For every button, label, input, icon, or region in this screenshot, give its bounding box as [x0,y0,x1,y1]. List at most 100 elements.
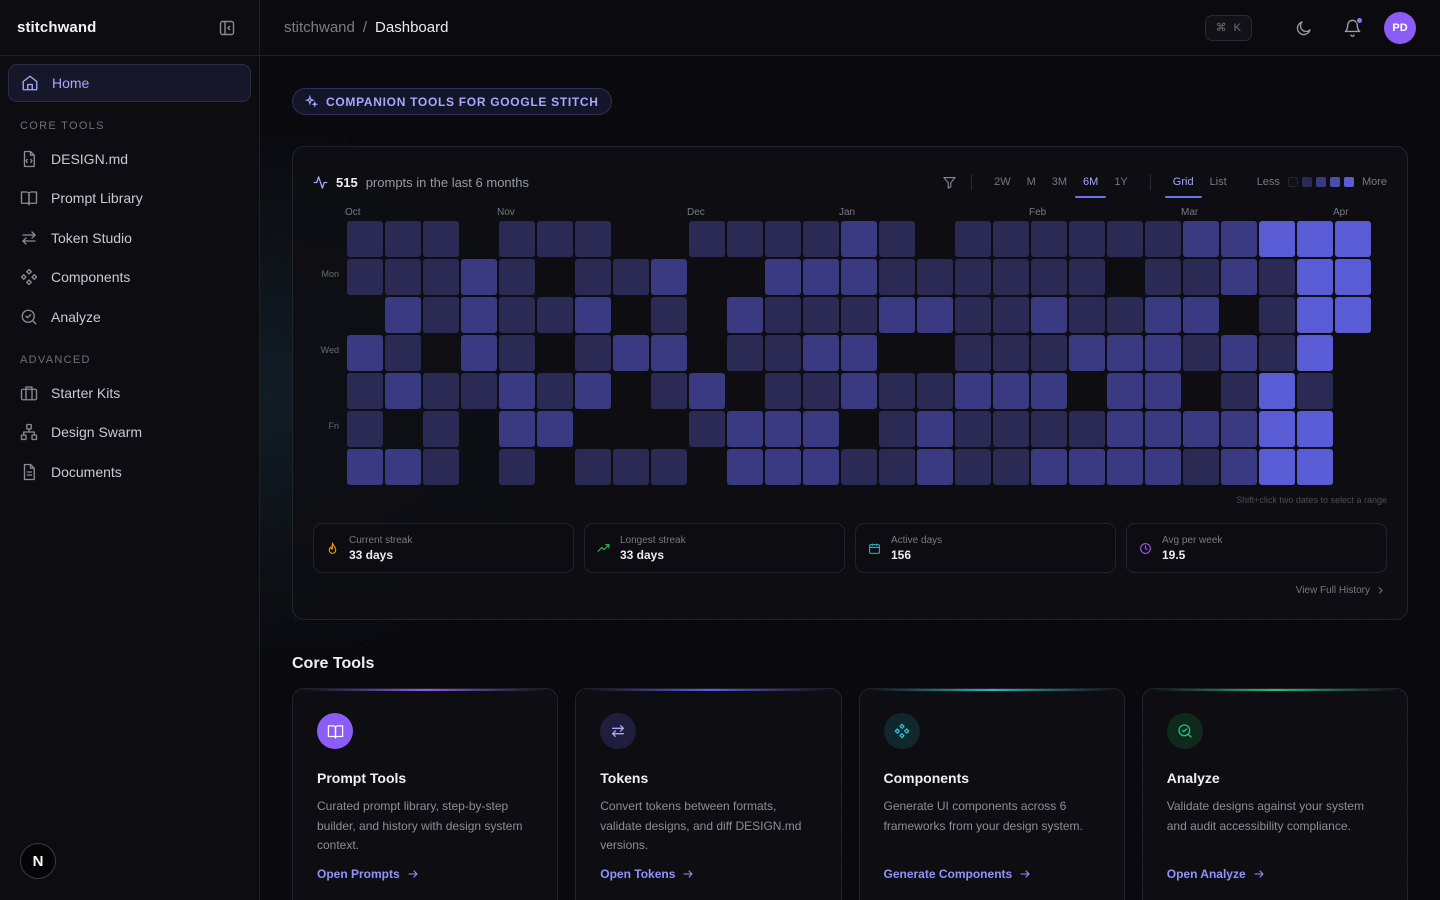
heatmap-cell[interactable] [1297,259,1333,295]
heatmap-cell[interactable] [423,449,459,485]
range-6m[interactable]: 6M [1075,171,1107,198]
heatmap-cell[interactable] [879,411,915,447]
heatmap-cell[interactable] [575,411,611,447]
heatmap-cell[interactable] [1259,411,1295,447]
bell-icon[interactable] [1336,12,1368,44]
heatmap-cell[interactable] [841,259,877,295]
heatmap-grid[interactable] [347,221,1377,491]
heatmap-cell[interactable] [385,449,421,485]
heatmap-cell[interactable] [613,297,649,333]
heatmap-cell[interactable] [613,221,649,257]
heatmap-cell[interactable] [1183,297,1219,333]
heatmap-cell[interactable] [803,335,839,371]
open-analyze-link[interactable]: Open Analyze [1167,867,1265,881]
heatmap-cell[interactable] [765,335,801,371]
heatmap-cell[interactable] [803,411,839,447]
heatmap-cell[interactable] [917,335,953,371]
heatmap-cell[interactable] [651,449,687,485]
heatmap-cell[interactable] [1221,449,1257,485]
heatmap-cell[interactable] [841,373,877,409]
heatmap-cell[interactable] [499,335,535,371]
heatmap-cell[interactable] [461,335,497,371]
heatmap-cell[interactable] [803,221,839,257]
avatar[interactable]: PD [1384,11,1416,44]
heatmap-cell[interactable] [651,373,687,409]
sidebar-item-design-md[interactable]: DESIGN.md [8,140,251,178]
heatmap-cell[interactable] [1259,259,1295,295]
heatmap-cell[interactable] [1069,335,1105,371]
sidebar-item-components[interactable]: Components [8,258,251,296]
heatmap-cell[interactable] [347,221,383,257]
heatmap-cell[interactable] [537,373,573,409]
heatmap-cell[interactable] [1107,221,1143,257]
heatmap-cell[interactable] [765,297,801,333]
breadcrumb-root[interactable]: stitchwand [284,19,355,36]
heatmap-cell[interactable] [1031,449,1067,485]
heatmap-cell[interactable] [917,221,953,257]
heatmap-cell[interactable] [1335,259,1371,295]
heatmap-cell[interactable] [1259,221,1295,257]
heatmap-cell[interactable] [575,449,611,485]
heatmap-cell[interactable] [461,297,497,333]
heatmap-cell[interactable] [423,259,459,295]
heatmap-cell[interactable] [765,259,801,295]
sidebar-item-token-studio[interactable]: Token Studio [8,219,251,257]
heatmap-cell[interactable] [955,221,991,257]
heatmap-cell[interactable] [917,449,953,485]
heatmap-cell[interactable] [803,259,839,295]
tool-card-components[interactable]: Components Generate UI components across… [858,688,1125,900]
heatmap-cell[interactable] [955,449,991,485]
heatmap-cell[interactable] [1107,259,1143,295]
heatmap-cell[interactable] [803,297,839,333]
view-grid[interactable]: Grid [1164,171,1202,198]
heatmap-cell[interactable] [917,373,953,409]
heatmap-cell[interactable] [1069,221,1105,257]
heatmap-cell[interactable] [841,335,877,371]
heatmap-cell[interactable] [1221,221,1257,257]
view-full-history-link[interactable]: View Full History [1296,585,1385,596]
heatmap-cell[interactable] [955,411,991,447]
heatmap-cell[interactable] [385,411,421,447]
brand-logo[interactable]: stitchwand [17,19,96,36]
open-tokens-link[interactable]: Open Tokens [600,867,694,881]
heatmap-cell[interactable] [689,411,725,447]
heatmap-cell[interactable] [499,411,535,447]
range-1y[interactable]: 1Y [1106,171,1135,193]
moon-icon[interactable] [1288,12,1320,44]
heatmap-cell[interactable] [879,335,915,371]
heatmap-cell[interactable] [1335,221,1371,257]
heatmap-cell[interactable] [1031,297,1067,333]
heatmap-cell[interactable] [1107,297,1143,333]
heatmap-cell[interactable] [1183,259,1219,295]
heatmap-cell[interactable] [879,221,915,257]
heatmap-cell[interactable] [1259,373,1295,409]
tool-card-prompt-tools[interactable]: Prompt Tools Curated prompt library, ste… [292,688,559,900]
heatmap-cell[interactable] [879,449,915,485]
heatmap-cell[interactable] [879,259,915,295]
generate-components-link[interactable]: Generate Components [884,867,1032,881]
heatmap-cell[interactable] [727,449,763,485]
heatmap-cell[interactable] [651,221,687,257]
heatmap-cell[interactable] [879,373,915,409]
heatmap-cell[interactable] [499,373,535,409]
heatmap-cell[interactable] [1145,297,1181,333]
heatmap-cell[interactable] [461,449,497,485]
heatmap-cell[interactable] [499,259,535,295]
heatmap-cell[interactable] [499,449,535,485]
heatmap-cell[interactable] [993,335,1029,371]
range-2w[interactable]: 2W [986,171,1019,193]
heatmap-cell[interactable] [575,221,611,257]
heatmap-cell[interactable] [765,373,801,409]
range-m[interactable]: M [1019,171,1044,193]
sidebar-item-starter-kits[interactable]: Starter Kits [8,374,251,412]
heatmap-cell[interactable] [727,297,763,333]
heatmap-cell[interactable] [575,373,611,409]
heatmap-cell[interactable] [689,259,725,295]
heatmap-cell[interactable] [727,411,763,447]
view-list[interactable]: List [1202,171,1235,193]
heatmap-cell[interactable] [613,373,649,409]
heatmap-cell[interactable] [993,221,1029,257]
heatmap-cell[interactable] [499,297,535,333]
heatmap-cell[interactable] [955,373,991,409]
tool-card-tokens[interactable]: Tokens Convert tokens between formats, v… [575,688,842,900]
